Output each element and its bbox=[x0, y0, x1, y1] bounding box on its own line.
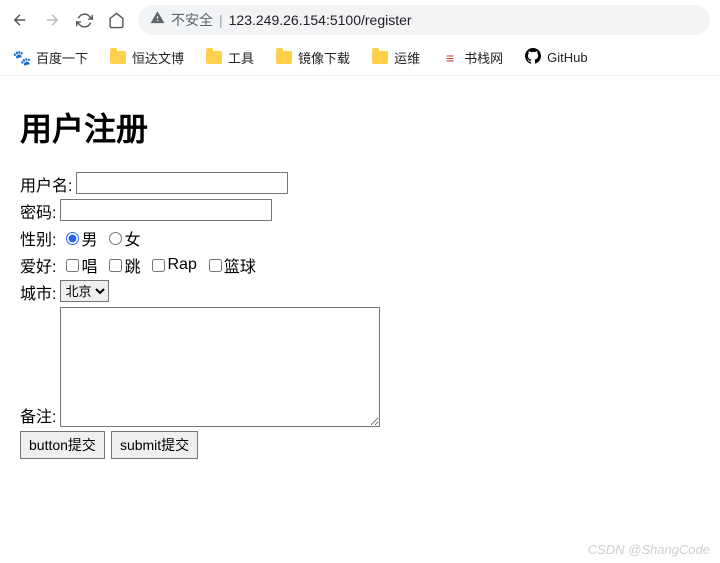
hobby-rap-label: Rap bbox=[167, 256, 196, 274]
city-label: 城市: bbox=[20, 280, 56, 304]
row-hobby: 爱好: 唱 跳 Rap 篮球 bbox=[20, 253, 700, 277]
row-city: 城市: 北京 bbox=[20, 280, 700, 304]
row-remarks: 备注: bbox=[20, 307, 700, 427]
hobby-sing-checkbox[interactable] bbox=[66, 259, 79, 272]
home-icon[interactable] bbox=[106, 10, 126, 30]
username-input[interactable] bbox=[76, 172, 288, 194]
bookmark-github[interactable]: GitHub bbox=[525, 48, 587, 67]
hobby-jump-checkbox[interactable] bbox=[109, 259, 122, 272]
gender-female-radio[interactable] bbox=[109, 232, 122, 245]
separator: | bbox=[219, 12, 223, 28]
bookmark-jingxiang[interactable]: 镜像下载 bbox=[276, 48, 350, 67]
back-icon[interactable] bbox=[10, 10, 30, 30]
row-gender: 性别: 男 女 bbox=[20, 226, 700, 250]
bookmark-baidu[interactable]: 🐾 百度一下 bbox=[14, 48, 88, 67]
remarks-label: 备注: bbox=[20, 403, 56, 427]
insecure-icon bbox=[150, 10, 165, 30]
gender-male-label: 男 bbox=[81, 226, 97, 250]
row-buttons: button提交 submit提交 bbox=[20, 431, 700, 459]
bookmarks-bar: 🐾 百度一下 恒达文博 工具 镜像下载 运维 ≡ 书栈网 GitHub bbox=[0, 40, 720, 76]
security-label: 不安全 bbox=[171, 10, 213, 30]
browser-toolbar: 不安全 | 123.249.26.154:5100/register bbox=[0, 0, 720, 40]
city-select[interactable]: 北京 bbox=[60, 280, 109, 302]
bookmark-yunwei[interactable]: 运维 bbox=[372, 48, 420, 67]
gender-label: 性别: bbox=[20, 226, 56, 250]
username-label: 用户名: bbox=[20, 172, 72, 196]
bookmark-shuzhan[interactable]: ≡ 书栈网 bbox=[442, 48, 503, 67]
folder-icon bbox=[276, 51, 292, 64]
bookmark-label: 镜像下载 bbox=[298, 48, 350, 67]
bookmark-label: 百度一下 bbox=[36, 48, 88, 67]
forward-icon bbox=[42, 10, 62, 30]
password-label: 密码: bbox=[20, 199, 56, 223]
bookmark-hengda[interactable]: 恒达文博 bbox=[110, 48, 184, 67]
remarks-textarea[interactable] bbox=[60, 307, 380, 427]
baidu-icon: 🐾 bbox=[14, 50, 30, 66]
bookmark-label: 恒达文博 bbox=[132, 48, 184, 67]
folder-icon bbox=[372, 51, 388, 64]
password-input[interactable] bbox=[60, 199, 272, 221]
hobby-basketball-checkbox[interactable] bbox=[209, 259, 222, 272]
page-title: 用户注册 bbox=[20, 104, 700, 150]
hobby-basketball-label: 篮球 bbox=[224, 253, 256, 277]
url-text: 123.249.26.154:5100/register bbox=[229, 12, 412, 28]
folder-icon bbox=[110, 51, 126, 64]
button-submit[interactable]: button提交 bbox=[20, 431, 105, 459]
hobby-rap-checkbox[interactable] bbox=[152, 259, 165, 272]
row-password: 密码: bbox=[20, 199, 700, 223]
hobby-label: 爱好: bbox=[20, 253, 56, 277]
gender-male-radio[interactable] bbox=[66, 232, 79, 245]
bookmark-label: GitHub bbox=[547, 50, 587, 65]
shuzhan-icon: ≡ bbox=[442, 50, 458, 66]
row-username: 用户名: bbox=[20, 172, 700, 196]
bookmark-label: 工具 bbox=[228, 48, 254, 67]
submit-submit[interactable]: submit提交 bbox=[111, 431, 198, 459]
github-icon bbox=[525, 48, 541, 67]
bookmark-gongju[interactable]: 工具 bbox=[206, 48, 254, 67]
address-bar[interactable]: 不安全 | 123.249.26.154:5100/register bbox=[138, 5, 710, 35]
reload-icon[interactable] bbox=[74, 10, 94, 30]
watermark: CSDN @ShangCode bbox=[588, 542, 710, 557]
page-content: 用户注册 用户名: 密码: 性别: 男 女 爱好: 唱 跳 Rap 篮球 城市:… bbox=[0, 76, 720, 476]
hobby-sing-label: 唱 bbox=[81, 253, 97, 277]
bookmark-label: 运维 bbox=[394, 48, 420, 67]
folder-icon bbox=[206, 51, 222, 64]
gender-female-label: 女 bbox=[124, 226, 140, 250]
bookmark-label: 书栈网 bbox=[464, 48, 503, 67]
hobby-jump-label: 跳 bbox=[124, 253, 140, 277]
